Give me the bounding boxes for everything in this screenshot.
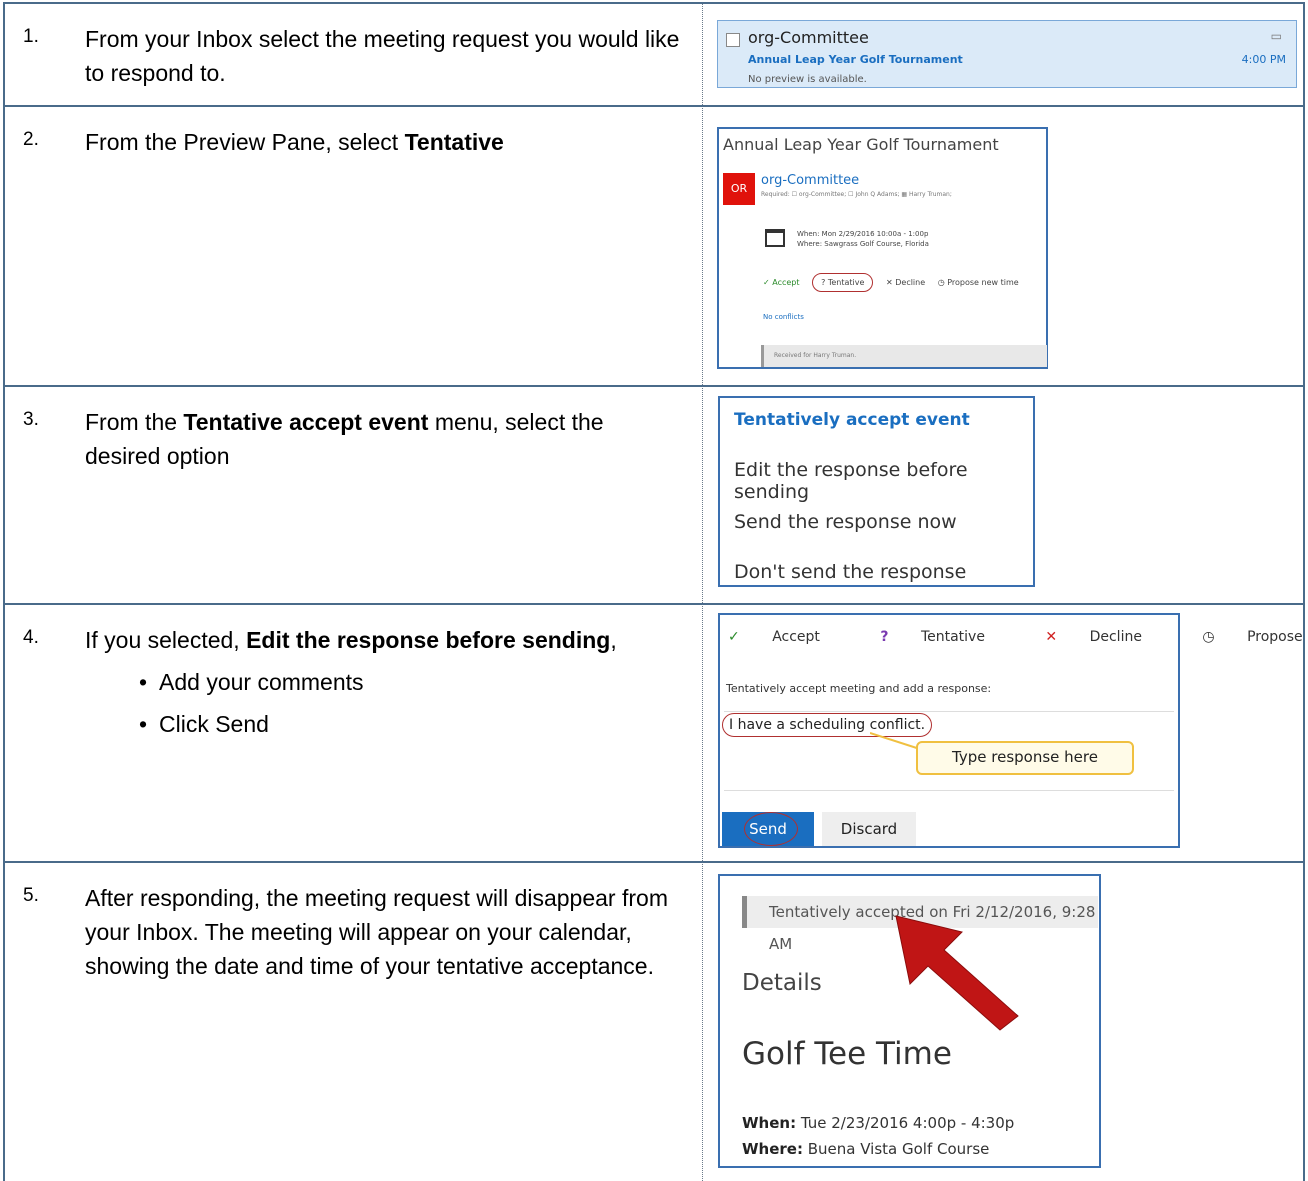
required-attendees: Required: ☐ org-Committee; ☐ John Q Adam… [761,191,952,198]
step-number: 2. [23,129,39,150]
step-text: From the Preview Pane, select Tentative [85,129,504,155]
step-number: 3. [23,409,39,430]
step-row-5: 5. After responding, the meeting request… [5,863,1303,1181]
decline-button[interactable]: ✕ Decline [886,278,925,287]
preview-pane: Annual Leap Year Golf Tournament OR org-… [717,127,1048,369]
red-arrow-icon [895,915,1019,1031]
avatar: OR [723,173,755,205]
message-subject: Annual Leap Year Golf Tournament [748,53,963,66]
x-icon: ✕ [1045,629,1058,645]
no-conflicts-link[interactable]: No conflicts [763,313,804,321]
event-when-where: When: Tue 2/23/2016 4:00p - 4:30p Where:… [742,1114,1015,1158]
select-checkbox[interactable] [726,33,740,47]
inbox-message-item[interactable]: org-Committee ▭ Annual Leap Year Golf To… [717,20,1297,88]
tentative-button[interactable]: ? Tentative [812,273,874,292]
step-number: 4. [23,627,39,648]
response-editor: ✓ Accept ? Tentative ✕ Decline ◷ Propose… [718,613,1308,848]
list-item: Add your comments [139,661,685,703]
checkmark-icon: ✓ [728,629,740,645]
instructions-table: 1. From your Inbox select the meeting re… [3,2,1305,1181]
clock-icon: ◷ [1202,629,1215,645]
calendar-icon: ▭ [1270,29,1282,43]
step-row-3: 3. From the Tentative accept event menu,… [5,387,1303,605]
step-number: 1. [23,26,39,47]
event-details: Tentatively accepted on Fri 2/12/2016, 9… [718,874,1101,1168]
decline-button[interactable]: ✕ Decline [1045,629,1170,645]
calendar-icon [765,229,785,247]
step-text: From the Tentative accept event menu, se… [85,409,604,469]
received-for-notice: Received for Harry Truman. [761,345,1047,367]
menu-item-send-now[interactable]: Send the response now [734,511,957,533]
menu-header: Tentatively accept event [734,410,970,430]
list-item: Click Send [139,703,685,745]
message-preview: No preview is available. [748,74,867,85]
message-sender: org-Committee [748,28,869,47]
step-text: After responding, the meeting request wi… [85,885,668,979]
event-title: Golf Tee Time [742,1036,952,1072]
accept-button[interactable]: ✓ Accept [763,278,800,287]
response-actions: ✓ Accept ? Tentative ✕ Decline ◷ Propose… [763,273,1029,292]
menu-item-dont-send[interactable]: Don't send the response [734,561,966,583]
discard-button[interactable]: Discard [822,812,916,846]
step-text: If you selected, Edit the response befor… [85,623,685,745]
meeting-when-where: When: Mon 2/29/2016 10:00a - 1:00p Where… [797,230,929,248]
message-time: 4:00 PM [1241,53,1286,66]
details-heading: Details [742,970,822,996]
step-number: 5. [23,885,39,906]
step-text: From your Inbox select the meeting reque… [85,26,680,86]
propose-new-time-button[interactable]: ◷ Propose new time [1202,629,1308,645]
propose-new-time-button[interactable]: ◷ Propose new time [938,278,1019,287]
callout: Type response here [916,741,1134,775]
tentative-button[interactable]: ? Tentative [880,629,1013,645]
response-label: Tentatively accept meeting and add a res… [726,682,992,695]
response-actions: ✓ Accept ? Tentative ✕ Decline ◷ Propose… [728,629,1308,645]
menu-item-edit-response[interactable]: Edit the response before sending [734,459,1033,503]
question-icon: ? [880,629,889,645]
step-row-2: 2. From the Preview Pane, select Tentati… [5,107,1303,387]
send-highlight [744,812,798,846]
meeting-title: Annual Leap Year Golf Tournament [723,135,999,154]
accept-button[interactable]: ✓ Accept [728,629,848,645]
bullet-list: Add your comments Click Send [85,661,685,745]
tentative-accept-menu: Tentatively accept event Edit the respon… [718,396,1035,587]
organizer-link[interactable]: org-Committee [761,173,859,188]
